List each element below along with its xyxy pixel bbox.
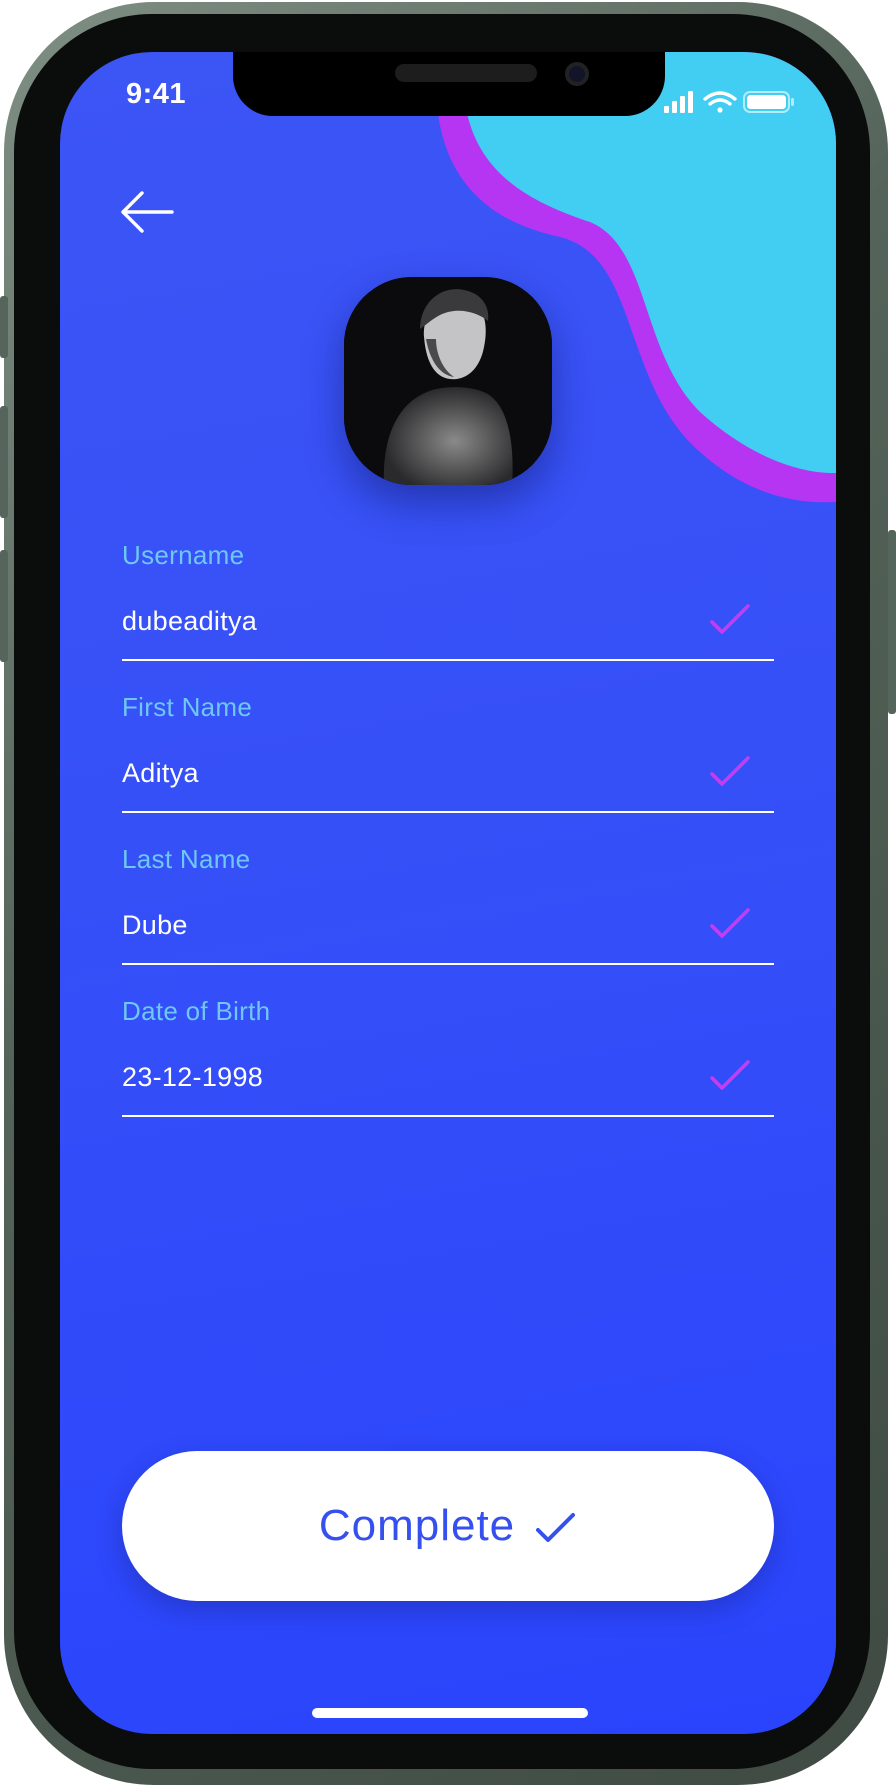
first-name-field[interactable]: First Name Aditya bbox=[122, 692, 774, 822]
status-time: 9:41 bbox=[126, 78, 187, 110]
complete-button-label: Complete bbox=[318, 1501, 516, 1550]
volume-down-button bbox=[0, 550, 8, 662]
date-of-birth-field[interactable]: Date of Birth 23-12-1998 bbox=[122, 996, 774, 1126]
back-button[interactable] bbox=[120, 190, 180, 244]
field-underline bbox=[122, 811, 774, 813]
battery-icon bbox=[743, 91, 794, 113]
checkmark-icon bbox=[710, 908, 750, 938]
cellular-signal-icon bbox=[664, 91, 693, 113]
field-label: Last Name bbox=[122, 844, 251, 874]
field-label: Date of Birth bbox=[122, 996, 271, 1026]
field-underline bbox=[122, 963, 774, 965]
checkmark-icon bbox=[710, 604, 750, 634]
first-name-input[interactable]: Aditya bbox=[122, 758, 682, 789]
wifi-icon bbox=[703, 91, 737, 113]
status-icons bbox=[664, 91, 794, 113]
checkmark-icon bbox=[710, 1060, 750, 1090]
field-label: Username bbox=[122, 540, 245, 570]
username-input[interactable]: dubeaditya bbox=[122, 606, 682, 637]
field-label: First Name bbox=[122, 692, 253, 722]
field-underline bbox=[122, 659, 774, 661]
checkmark-icon bbox=[710, 756, 750, 786]
field-underline bbox=[122, 1115, 774, 1117]
profile-avatar[interactable] bbox=[344, 277, 552, 485]
app-screen: 9:41 Username dubeaditya First Name Adit… bbox=[60, 52, 836, 1734]
front-camera bbox=[565, 62, 589, 86]
power-button bbox=[888, 530, 896, 714]
profile-photo bbox=[344, 277, 552, 485]
username-field[interactable]: Username dubeaditya bbox=[122, 540, 774, 670]
checkmark-icon bbox=[536, 1513, 576, 1542]
earpiece-speaker bbox=[395, 64, 537, 82]
silent-switch bbox=[0, 296, 8, 358]
device-notch bbox=[233, 52, 665, 116]
complete-button[interactable]: Complete bbox=[122, 1451, 774, 1601]
home-indicator[interactable] bbox=[312, 1708, 588, 1718]
date-of-birth-input[interactable]: 23-12-1998 bbox=[122, 1062, 682, 1093]
last-name-input[interactable]: Dube bbox=[122, 910, 682, 941]
arrow-left-icon bbox=[121, 191, 174, 233]
last-name-field[interactable]: Last Name Dube bbox=[122, 844, 774, 974]
volume-up-button bbox=[0, 406, 8, 518]
